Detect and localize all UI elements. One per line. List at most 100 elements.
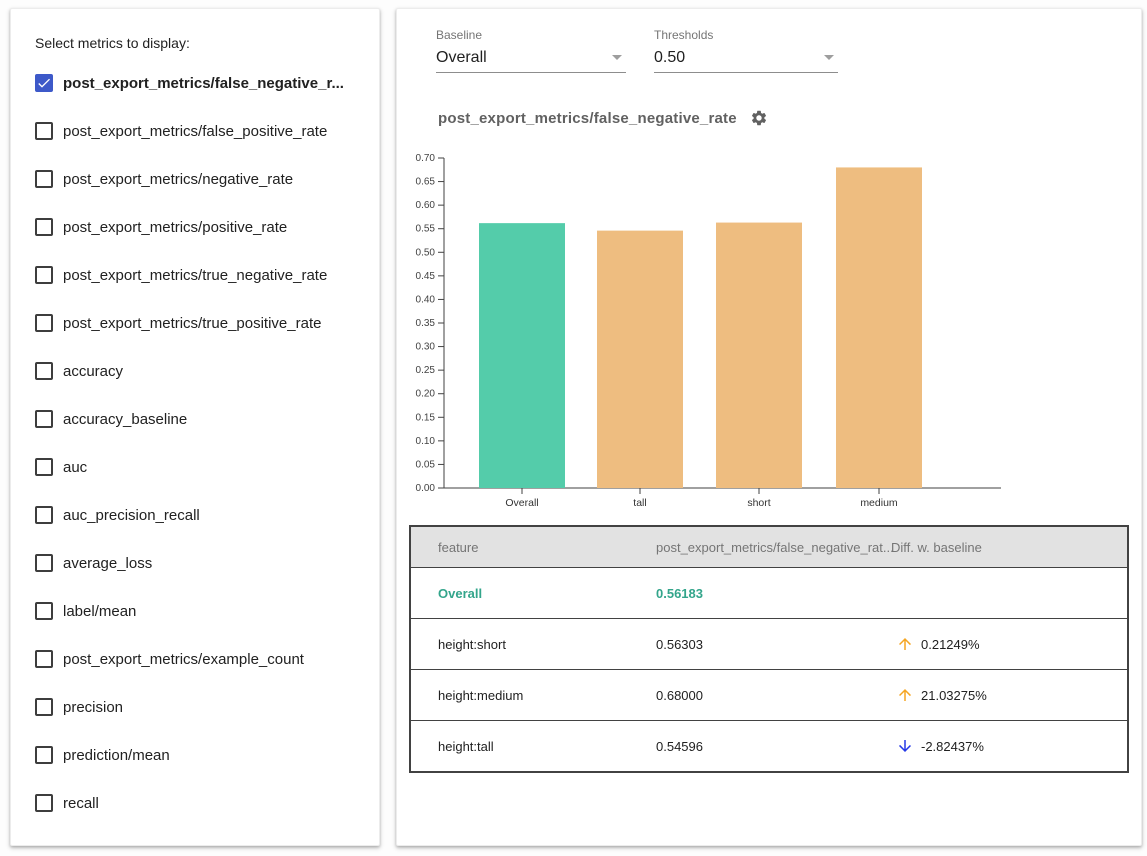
metric-label: label/mean <box>63 603 136 620</box>
metric-list-item[interactable]: accuracy_baseline <box>11 395 379 443</box>
metric-label: precision <box>63 699 123 716</box>
table-row: height:short0.563030.21249% <box>411 618 1127 669</box>
dropdown-arrow-icon[interactable] <box>612 55 622 60</box>
metric-checkbox[interactable] <box>35 554 53 572</box>
baseline-select[interactable]: Baseline Overall <box>436 28 626 73</box>
y-tick-label: 0.05 <box>416 459 436 470</box>
metric-list-item[interactable]: post_export_metrics/positive_rate <box>11 203 379 251</box>
metric-list-item[interactable]: average_loss <box>11 539 379 587</box>
metric-checkbox[interactable] <box>35 650 53 668</box>
metric-checkbox[interactable] <box>35 794 53 812</box>
table-header-diff: Diff. w. baseline <box>891 540 1127 555</box>
diff-cell: 21.03275% <box>891 686 1127 704</box>
table-header-row: featurepost_export_metrics/false_negativ… <box>411 527 1127 567</box>
metric-list-item[interactable]: post_export_metrics/true_positive_rate <box>11 299 379 347</box>
feature-cell: height:medium <box>411 688 656 703</box>
metrics-sidebar: Select metrics to display: post_export_m… <box>10 8 380 846</box>
metric-list-item[interactable]: post_export_metrics/true_negative_rate <box>11 251 379 299</box>
metric-label: average_loss <box>63 555 152 572</box>
metric-checkbox[interactable] <box>35 746 53 764</box>
bar-tall <box>597 231 683 488</box>
y-tick-label: 0.10 <box>416 436 436 447</box>
metric-checkbox[interactable] <box>35 314 53 332</box>
diff-cell: -2.82437% <box>891 737 1127 755</box>
y-tick-label: 0.00 <box>416 483 436 494</box>
metric-list-item[interactable]: post_export_metrics/negative_rate <box>11 155 379 203</box>
thresholds-select[interactable]: Thresholds 0.50 <box>654 28 838 73</box>
diff-value: 21.03275% <box>921 688 987 703</box>
metric-checkbox[interactable] <box>35 218 53 236</box>
diff-cell: 0.21249% <box>891 635 1127 653</box>
y-tick-label: 0.15 <box>416 412 436 423</box>
metric-label: post_export_metrics/true_negative_rate <box>63 267 327 284</box>
bar-short <box>716 223 802 488</box>
y-tick-label: 0.35 <box>416 318 436 329</box>
bar-chart: 0.000.050.100.150.200.250.300.350.400.45… <box>397 149 1141 521</box>
metric-checkbox[interactable] <box>35 170 53 188</box>
metric-list: post_export_metrics/false_negative_r...p… <box>11 59 379 827</box>
bar-medium <box>836 167 922 488</box>
sidebar-header: Select metrics to display: <box>35 35 190 51</box>
metric-label: post_export_metrics/example_count <box>63 651 304 668</box>
metric-label: accuracy <box>63 363 123 380</box>
y-tick-label: 0.50 <box>416 247 436 258</box>
thresholds-select-value: 0.50 <box>654 49 685 67</box>
metric-list-item[interactable]: post_export_metrics/false_negative_r... <box>11 59 379 107</box>
metric-label: post_export_metrics/positive_rate <box>63 219 287 236</box>
metric-list-item[interactable]: prediction/mean <box>11 731 379 779</box>
dropdown-arrow-icon[interactable] <box>824 55 834 60</box>
metric-list-item[interactable]: precision <box>11 683 379 731</box>
metric-label: post_export_metrics/false_negative_r... <box>63 75 344 92</box>
metric-checkbox[interactable] <box>35 122 53 140</box>
table-header-feature: feature <box>411 540 656 555</box>
arrow-down-icon <box>896 737 914 755</box>
x-tick-label: tall <box>633 497 646 509</box>
baseline-select-label: Baseline <box>436 28 626 43</box>
y-tick-label: 0.60 <box>416 200 436 211</box>
arrow-up-icon <box>896 686 914 704</box>
metric-list-item[interactable]: post_export_metrics/false_positive_rate <box>11 107 379 155</box>
metric-checkbox[interactable] <box>35 602 53 620</box>
metric-list-item[interactable]: accuracy <box>11 347 379 395</box>
metric-label: auc_precision_recall <box>63 507 200 524</box>
metric-label: post_export_metrics/negative_rate <box>63 171 293 188</box>
table-row: height:tall0.54596-2.82437% <box>411 720 1127 771</box>
feature-cell: Overall <box>411 586 656 601</box>
chart-title: post_export_metrics/false_negative_rate <box>438 110 737 127</box>
arrow-up-icon <box>896 635 914 653</box>
main-panel: Baseline Overall Thresholds 0.50 post_ex… <box>396 8 1142 846</box>
baseline-select-value: Overall <box>436 49 487 67</box>
y-tick-label: 0.25 <box>416 365 436 376</box>
metric-checkbox[interactable] <box>35 458 53 476</box>
metric-list-item[interactable]: auc <box>11 443 379 491</box>
metric-label: post_export_metrics/true_positive_rate <box>63 315 321 332</box>
y-tick-label: 0.65 <box>416 177 436 188</box>
metric-checkbox[interactable] <box>35 506 53 524</box>
fairness-indicators-page: Select metrics to display: post_export_m… <box>0 0 1147 856</box>
diff-value: -2.82437% <box>921 739 984 754</box>
metric-list-item[interactable]: post_export_metrics/example_count <box>11 635 379 683</box>
metric-list-item[interactable]: auc_precision_recall <box>11 491 379 539</box>
metric-checkbox[interactable] <box>35 410 53 428</box>
x-tick-label: Overall <box>505 497 538 509</box>
diff-value: 0.21249% <box>921 637 980 652</box>
bar-overall <box>479 223 565 488</box>
metric-label: prediction/mean <box>63 747 170 764</box>
feature-cell: height:short <box>411 637 656 652</box>
checkmark-icon <box>36 75 52 91</box>
y-tick-label: 0.55 <box>416 224 436 235</box>
metric-checkbox[interactable] <box>35 698 53 716</box>
metric-checkbox[interactable] <box>35 266 53 284</box>
metric-value-cell: 0.68000 <box>656 688 891 703</box>
metric-checkbox[interactable] <box>35 74 53 92</box>
gear-icon[interactable] <box>750 109 768 127</box>
metric-list-item[interactable]: label/mean <box>11 587 379 635</box>
metric-list-item[interactable]: recall <box>11 779 379 827</box>
metric-checkbox[interactable] <box>35 362 53 380</box>
y-tick-label: 0.30 <box>416 342 436 353</box>
metric-label: accuracy_baseline <box>63 411 187 428</box>
metric-value-cell: 0.54596 <box>656 739 891 754</box>
table-row: Overall0.56183 <box>411 567 1127 618</box>
table-row: height:medium0.68000 21.03275% <box>411 669 1127 720</box>
chart-title-row: post_export_metrics/false_negative_rate <box>438 109 768 127</box>
